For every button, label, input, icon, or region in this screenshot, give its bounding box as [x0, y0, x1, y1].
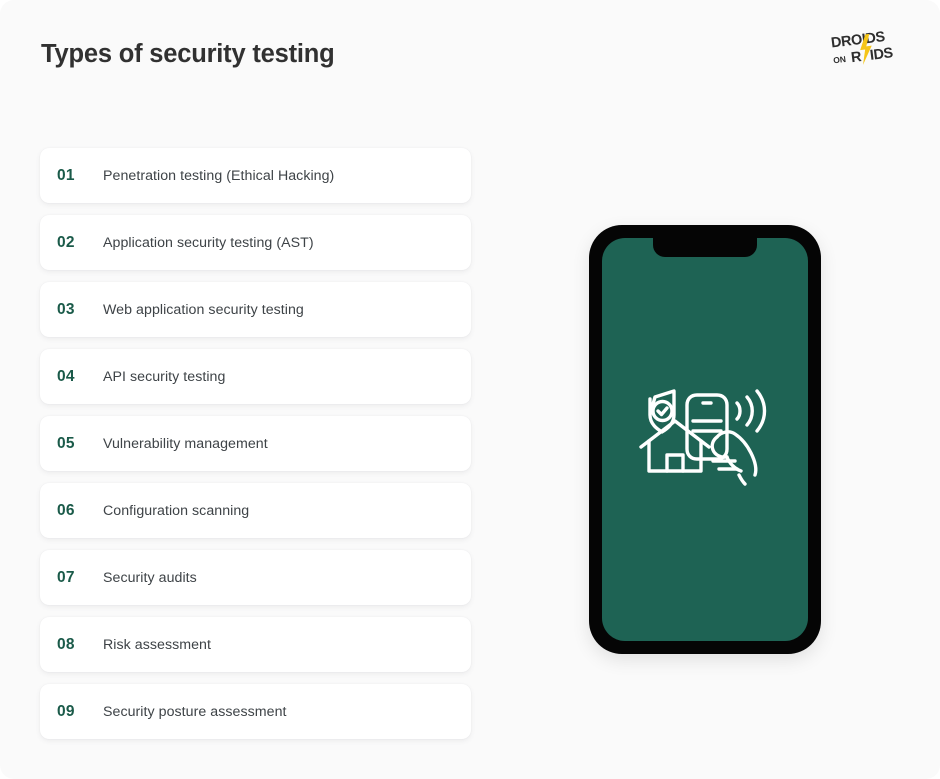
- list-item[interactable]: 06 Configuration scanning: [40, 483, 471, 538]
- list-item-number: 02: [57, 233, 75, 251]
- list-item-number: 09: [57, 702, 75, 720]
- list-item[interactable]: 02 Application security testing (AST): [40, 215, 471, 270]
- list-item-label: Configuration scanning: [103, 502, 250, 519]
- list-item[interactable]: 01 Penetration testing (Ethical Hacking): [40, 148, 471, 203]
- list-item-label: Penetration testing (Ethical Hacking): [103, 167, 335, 184]
- list-item-label: Web application security testing: [103, 301, 304, 318]
- list-item-label: Security posture assessment: [103, 703, 287, 720]
- smartphone-mockup: [589, 225, 821, 654]
- house-icon: [639, 418, 711, 473]
- list-item-number: 08: [57, 635, 75, 653]
- list-item-label: Application security testing (AST): [103, 234, 314, 251]
- smart-home-security-illustration: [631, 375, 779, 505]
- list-item[interactable]: 09 Security posture assessment: [40, 684, 471, 739]
- list-item-number: 01: [57, 166, 75, 184]
- list-item[interactable]: 03 Web application security testing: [40, 282, 471, 337]
- list-item-label: Security audits: [103, 569, 197, 586]
- slide-canvas: Types of security testing DROIDS ON R ID…: [0, 0, 940, 779]
- page-title: Types of security testing: [41, 40, 335, 68]
- list-item-number: 06: [57, 501, 75, 519]
- list-item-number: 07: [57, 568, 75, 586]
- list-item-label: Vulnerability management: [103, 435, 268, 452]
- phone-notch: [653, 238, 757, 257]
- svg-text:R: R: [850, 49, 863, 66]
- list-item-number: 05: [57, 434, 75, 452]
- svg-text:ON: ON: [833, 54, 847, 65]
- droids-on-roids-logo: DROIDS ON R IDS: [830, 28, 908, 68]
- list-item[interactable]: 04 API security testing: [40, 349, 471, 404]
- list-item[interactable]: 08 Risk assessment: [40, 617, 471, 672]
- phone-screen: [602, 238, 808, 641]
- list-item-number: 04: [57, 367, 75, 385]
- security-testing-list: 01 Penetration testing (Ethical Hacking)…: [40, 148, 471, 751]
- list-item[interactable]: 05 Vulnerability management: [40, 416, 471, 471]
- list-item-label: Risk assessment: [103, 636, 211, 653]
- wireless-signal-icon: [735, 388, 767, 433]
- smartphone-icon: [685, 392, 729, 461]
- list-item[interactable]: 07 Security audits: [40, 550, 471, 605]
- list-item-number: 03: [57, 300, 75, 318]
- svg-text:IDS: IDS: [869, 45, 894, 64]
- list-item-label: API security testing: [103, 368, 226, 385]
